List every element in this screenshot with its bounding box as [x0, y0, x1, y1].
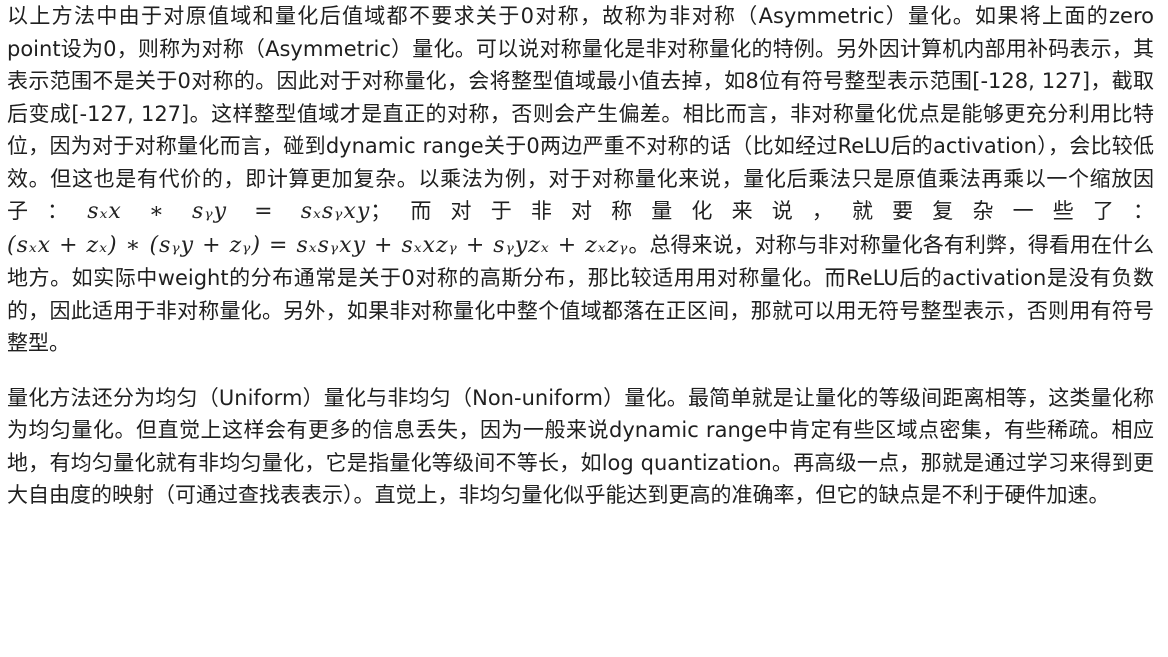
paragraph-text: 量化方法还分为均匀（Uniform）量化与非均匀（Non-uniform）量化。…	[7, 385, 1154, 508]
paragraph-text: 以上方法中由于对原值域和量化后值域都不要求关于0对称，故称为非对称（Asymme…	[7, 4, 1154, 223]
paragraph-uniform-quantization: 量化方法还分为均匀（Uniform）量化与非均匀（Non-uniform）量化。…	[7, 382, 1154, 512]
paragraph-quantization-symmetry: 以上方法中由于对原值域和量化后值域都不要求关于0对称，故称为非对称（Asymme…	[7, 0, 1154, 360]
paragraph-text: ；而对于非对称量化来说，就要复杂一些了：	[370, 199, 1155, 223]
article-body: 以上方法中由于对原值域和量化后值域都不要求关于0对称，故称为非对称（Asymme…	[0, 0, 1168, 512]
formula-asymmetric-multiplication: (sₓx + zₓ) ∗ (sᵧy + zᵧ) = sₓsᵧxy + sₓxzᵧ…	[7, 232, 629, 258]
formula-symmetric-multiplication: sₓx ∗ sᵧy = sₓsᵧxy	[87, 199, 371, 224]
